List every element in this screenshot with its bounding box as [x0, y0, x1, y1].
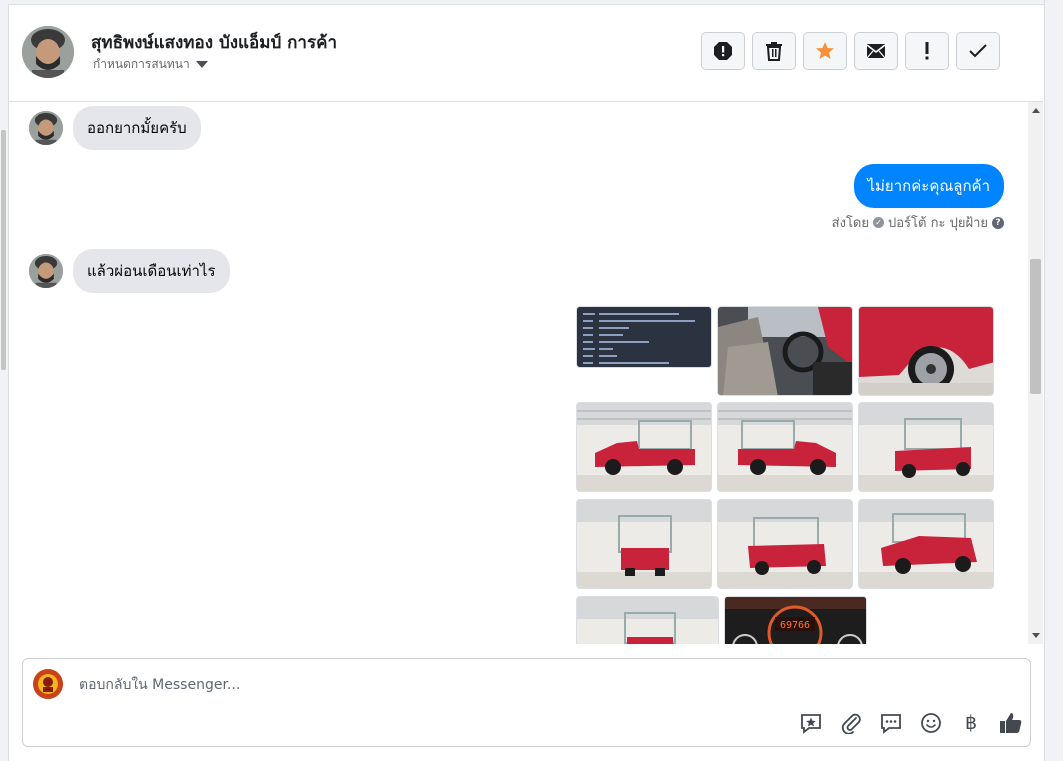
delete-button[interactable]	[752, 32, 796, 70]
baht-icon: ฿	[964, 712, 978, 734]
emoji-icon	[921, 713, 941, 733]
scroll-up-icon[interactable]	[1032, 108, 1040, 113]
star-icon	[816, 42, 834, 59]
exclamation-icon	[925, 42, 929, 60]
dashboard-readout: 69766	[780, 620, 810, 631]
photo-dashboard-gauge[interactable]: 69766	[724, 596, 867, 644]
left-scrollbar-thumb[interactable]	[1, 130, 6, 370]
page-avatar	[33, 669, 63, 699]
photo-truck-rear-angle[interactable]	[858, 402, 994, 492]
contact-avatar-small[interactable]	[29, 254, 63, 288]
photo-truck-side[interactable]	[717, 402, 853, 492]
like-button[interactable]	[997, 709, 1025, 737]
help-question-icon[interactable]: ?	[992, 216, 1004, 229]
message-thread[interactable]: ออกยากมั้ยครับ ไม่ยากค่ะคุณลูกค้า ส่งโดย…	[9, 102, 1028, 644]
message-bubble[interactable]: แล้วผ่อนเดือนเท่าไร	[73, 249, 230, 293]
saved-reply-icon	[801, 714, 821, 734]
incoming-message: แล้วผ่อนเดือนเท่าไร	[29, 249, 230, 293]
attachment-button[interactable]	[837, 709, 865, 737]
thumbs-up-icon	[1000, 713, 1022, 733]
photo-truck-rear[interactable]	[576, 596, 719, 644]
envelope-icon	[866, 44, 886, 59]
mark-unread-button[interactable]	[854, 32, 898, 70]
sent-by-line: ส่งโดย ✓ ปอร์โต้ กะ ปุยฝ้าย ?	[832, 212, 1004, 233]
emoji-button[interactable]	[917, 709, 945, 737]
chat-bubble-icon	[881, 714, 901, 734]
thread-scrollbar[interactable]	[1028, 102, 1043, 644]
star-button[interactable]	[803, 32, 847, 70]
right-panel-edge	[1044, 0, 1063, 761]
photo-truck-rear-angle[interactable]	[717, 499, 853, 589]
reply-input[interactable]	[77, 673, 781, 697]
payment-button[interactable]: ฿	[957, 709, 985, 737]
contact-name[interactable]: สุทธิพงษ์แสงทอง บังแอ็มป์ การค้า	[91, 29, 337, 56]
message-bubble[interactable]: ออกยากมั้ยครับ	[73, 106, 201, 150]
quick-reply-button[interactable]	[877, 709, 905, 737]
done-button[interactable]	[956, 32, 1000, 70]
trash-icon	[766, 42, 782, 61]
saved-reply-button[interactable]	[797, 709, 825, 737]
reply-composer: ฿	[22, 658, 1031, 747]
photo-car-wheel[interactable]	[858, 306, 994, 396]
header-actions	[701, 32, 1000, 70]
contact-avatar-small[interactable]	[29, 111, 63, 145]
conversation-header: สุทธิพงษ์แสงทอง บังแอ็มป์ การค้า กำหนดกา…	[9, 5, 1043, 102]
contact-avatar[interactable]	[22, 26, 74, 78]
sent-by-name: ปอร์โต้ กะ ปุยฝ้าย	[888, 216, 988, 231]
photo-truck-front-angle[interactable]	[858, 499, 994, 589]
photo-car-interior[interactable]	[717, 306, 853, 396]
photo-truck-rear[interactable]	[576, 499, 712, 589]
outgoing-message-bubble[interactable]: ไม่ยากค่ะคุณลูกค้า	[853, 164, 1004, 208]
composer-toolbar: ฿	[797, 709, 1025, 737]
assign-label: กำหนดการสนทนา	[93, 57, 190, 71]
checkmark-icon	[969, 44, 987, 58]
sent-by-prefix: ส่งโดย	[831, 216, 869, 231]
alert-octagon-icon	[714, 42, 732, 60]
follow-up-button[interactable]	[905, 32, 949, 70]
photo-spec-sheet[interactable]	[576, 306, 712, 368]
photo-truck-side[interactable]	[576, 402, 712, 492]
scrollbar-thumb[interactable]	[1030, 259, 1041, 394]
caret-down-icon	[195, 61, 208, 68]
incoming-message: ออกยากมั้ยครับ	[29, 106, 201, 150]
left-panel-edge	[0, 0, 9, 761]
attachment-icon	[841, 713, 861, 734]
spam-button[interactable]	[701, 32, 745, 70]
assign-conversation-dropdown[interactable]: กำหนดการสนทนา	[93, 55, 208, 74]
verified-check-icon: ✓	[873, 217, 884, 228]
scroll-down-icon[interactable]	[1032, 633, 1040, 638]
